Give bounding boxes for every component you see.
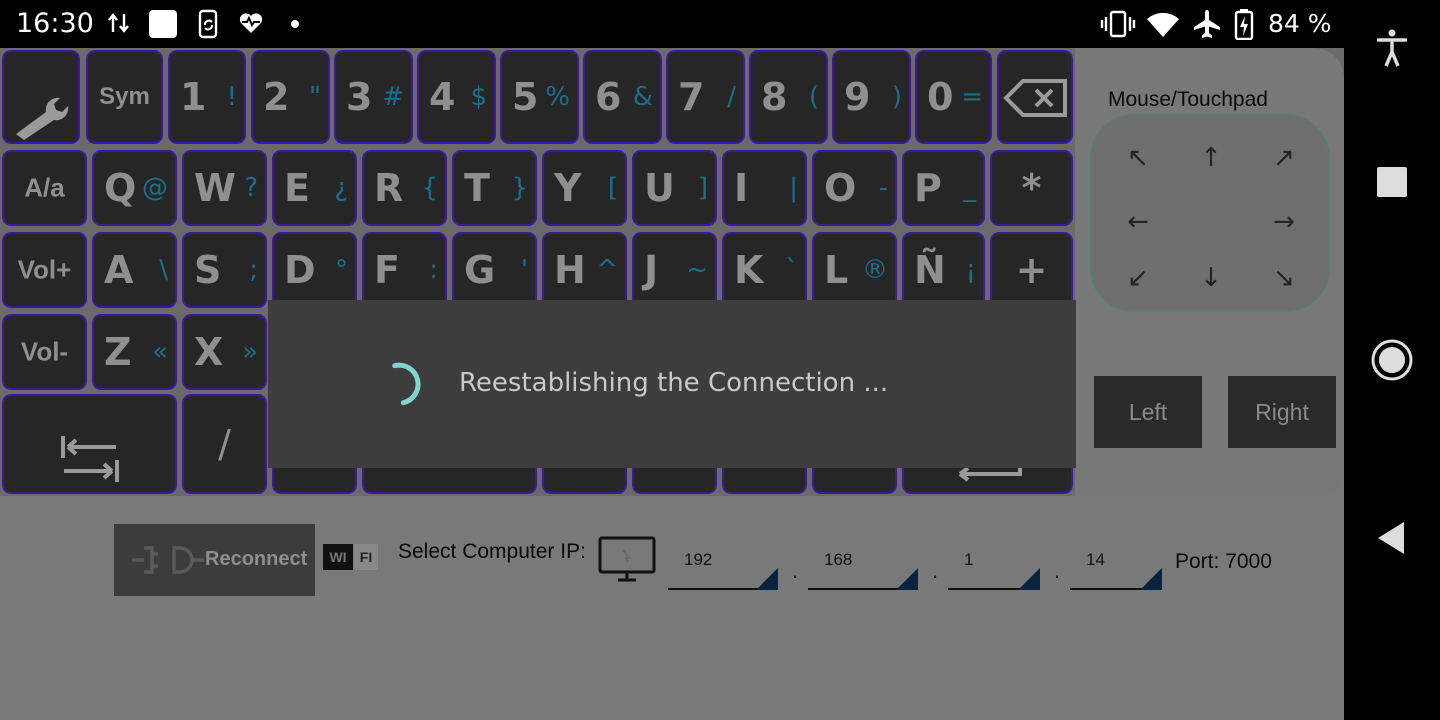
recents-button[interactable] bbox=[1370, 160, 1414, 204]
home-button[interactable] bbox=[1370, 338, 1414, 382]
key-f[interactable]: F: bbox=[362, 232, 447, 308]
accessibility-icon[interactable] bbox=[1370, 26, 1414, 70]
computer-monitor-icon[interactable] bbox=[598, 536, 656, 584]
navigation-bar bbox=[1344, 0, 1440, 720]
key-5[interactable]: 5% bbox=[500, 50, 579, 144]
key-0[interactable]: 0 = bbox=[915, 50, 992, 144]
port-label: Port: 7000 bbox=[1175, 550, 1272, 573]
ip-octet-3-field[interactable]: 1 bbox=[948, 548, 1040, 590]
key-r[interactable]: R{ bbox=[362, 150, 447, 226]
key-2[interactable]: 2 " bbox=[251, 50, 330, 144]
key-d[interactable]: D ° bbox=[272, 232, 357, 308]
key-plus[interactable]: + bbox=[990, 232, 1073, 308]
key-q[interactable]: Q @ bbox=[92, 150, 177, 226]
key-t[interactable]: T} bbox=[452, 150, 537, 226]
square-notification-icon bbox=[149, 10, 177, 38]
key-n-tilde[interactable]: Ñ ¡ bbox=[902, 232, 985, 308]
ip-separator: . bbox=[932, 558, 939, 583]
reconnect-label: Reconnect bbox=[205, 548, 308, 570]
back-button[interactable] bbox=[1370, 516, 1414, 560]
tab-key[interactable] bbox=[2, 394, 177, 494]
data-transfer-icon bbox=[108, 13, 129, 33]
wrench-icon bbox=[16, 97, 69, 140]
key-s[interactable]: S; bbox=[182, 232, 267, 308]
volume-down-key[interactable]: Vol- bbox=[2, 314, 87, 390]
wifi-badge-part: WI bbox=[323, 544, 353, 570]
arrow-left-icon[interactable]: ← bbox=[1118, 202, 1158, 242]
battery-icon bbox=[1234, 9, 1254, 40]
key-j[interactable]: J ~ bbox=[632, 232, 717, 308]
mouse-title: Mouse/Touchpad bbox=[1108, 88, 1268, 111]
key-u[interactable]: U] bbox=[632, 150, 717, 226]
ip-separator: . bbox=[792, 558, 799, 583]
case-toggle-key[interactable]: A/a bbox=[2, 150, 87, 226]
wifi-badge-icon: WI FI bbox=[323, 544, 379, 572]
right-click-button[interactable]: Right bbox=[1228, 376, 1336, 448]
ip-octet-2-field[interactable]: 168 bbox=[808, 548, 918, 590]
status-bar: 16:30 84 % bbox=[0, 0, 1344, 48]
airplane-icon bbox=[1194, 10, 1220, 38]
phone-sync-icon bbox=[198, 9, 218, 39]
key-w[interactable]: W? bbox=[182, 150, 267, 226]
ip-octet-1-field[interactable]: 192 bbox=[668, 548, 778, 590]
dialog-message: Reestablishing the Connection ... bbox=[459, 368, 889, 398]
key-slash[interactable]: / bbox=[182, 394, 267, 494]
key-h[interactable]: H ^ bbox=[542, 232, 627, 308]
reconnect-button[interactable]: Reconnect bbox=[114, 524, 315, 596]
plug-icon bbox=[132, 546, 204, 574]
arrow-up-left-icon[interactable]: ↖ bbox=[1118, 138, 1158, 178]
loading-spinner-icon bbox=[392, 362, 421, 406]
key-y[interactable]: Y[ bbox=[542, 150, 627, 226]
key-k[interactable]: K ` bbox=[722, 232, 807, 308]
vibrate-icon bbox=[1100, 10, 1136, 38]
arrow-up-icon[interactable]: ↑ bbox=[1191, 138, 1231, 178]
select-ip-label: Select Computer IP: bbox=[398, 540, 586, 563]
settings-key[interactable] bbox=[2, 50, 80, 144]
key-3[interactable]: 3 # bbox=[334, 50, 413, 144]
key-9[interactable]: 9) bbox=[832, 50, 911, 144]
key-i[interactable]: I | bbox=[722, 150, 807, 226]
left-click-button[interactable]: Left bbox=[1094, 376, 1202, 448]
key-p[interactable]: P _ bbox=[902, 150, 985, 226]
arrow-down-left-icon[interactable]: ↙ bbox=[1118, 258, 1158, 298]
key-e[interactable]: E ¿ bbox=[272, 150, 357, 226]
key-8[interactable]: 8( bbox=[749, 50, 828, 144]
key-4[interactable]: 4 $ bbox=[417, 50, 496, 144]
tab-icon bbox=[61, 436, 119, 482]
touchpad[interactable]: ↖ ↑ ↗ ← → ↙ ↓ ↘ bbox=[1090, 114, 1330, 312]
key-x[interactable]: X» bbox=[182, 314, 267, 390]
volume-up-key[interactable]: Vol+ bbox=[2, 232, 87, 308]
clock: 16:30 bbox=[16, 8, 94, 39]
ip-separator: . bbox=[1054, 558, 1061, 583]
wifi-icon bbox=[1147, 12, 1179, 37]
heart-pulse-icon bbox=[239, 13, 263, 33]
ip-octet-4-field[interactable]: 14 bbox=[1070, 548, 1162, 590]
app-content: Sym 1! 2 " 3 # 4 $ 5% 6 & 7/ 8( 9) 0 = A/a Q @… bbox=[0, 48, 1344, 720]
backspace-icon bbox=[1003, 79, 1067, 117]
dot-icon bbox=[291, 20, 299, 28]
backspace-key[interactable] bbox=[997, 50, 1073, 144]
progress-dialog: Reestablishing the Connection ... bbox=[268, 300, 1076, 468]
key-g[interactable]: G ' bbox=[452, 232, 537, 308]
key-1[interactable]: 1! bbox=[168, 50, 246, 144]
key-7[interactable]: 7/ bbox=[666, 50, 745, 144]
arrow-down-icon[interactable]: ↓ bbox=[1191, 258, 1231, 298]
arrow-right-icon[interactable]: → bbox=[1264, 202, 1304, 242]
key-z[interactable]: Z « bbox=[92, 314, 177, 390]
key-6[interactable]: 6 & bbox=[583, 50, 662, 144]
key-a[interactable]: A \ bbox=[92, 232, 177, 308]
wifi-badge-part: FI bbox=[354, 544, 378, 570]
key-asterisk[interactable]: * bbox=[990, 150, 1073, 226]
arrow-down-right-icon[interactable]: ↘ bbox=[1264, 258, 1304, 298]
key-l[interactable]: L ® bbox=[812, 232, 897, 308]
battery-percent: 84 % bbox=[1268, 9, 1332, 38]
sym-key[interactable]: Sym bbox=[86, 50, 163, 144]
arrow-up-right-icon[interactable]: ↗ bbox=[1264, 138, 1304, 178]
key-o[interactable]: O- bbox=[812, 150, 897, 226]
